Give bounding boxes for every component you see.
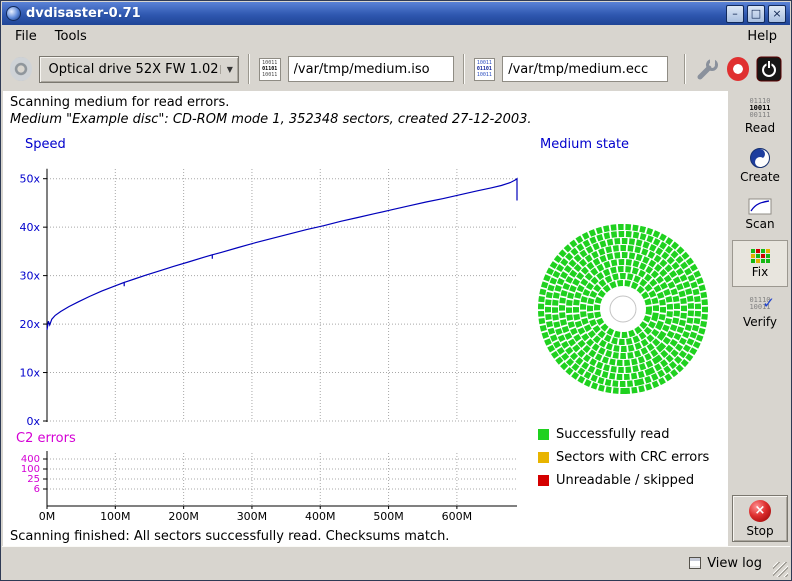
scan-button-label: Scan — [745, 217, 774, 231]
legend-label: Unreadable / skipped — [556, 473, 694, 488]
scan-button[interactable]: Scan — [732, 191, 788, 238]
fix-button-label: Fix — [752, 265, 768, 279]
svg-text:400M: 400M — [305, 510, 336, 523]
scan-result-text: Scanning finished: All sectors successfu… — [10, 529, 449, 544]
legend-item: Successfully read — [538, 427, 709, 442]
create-button-label: Create — [740, 170, 780, 184]
iso-path-input[interactable] — [288, 56, 454, 82]
iso-image-icon: 10011 01101 10011 — [259, 58, 281, 81]
medium-state-legend: Successfully read Sectors with CRC errors… — [538, 427, 709, 488]
toolbar: Optical drive 52X FW 1.02 ▼ 10011 01101 … — [2, 47, 790, 91]
legend-label: Sectors with CRC errors — [556, 450, 709, 465]
status-heading: Scanning medium for read errors. — [10, 95, 229, 110]
dvdisaster-logo-icon[interactable] — [727, 57, 749, 81]
svg-text:500M: 500M — [373, 510, 404, 523]
menu-tools[interactable]: Tools — [46, 27, 96, 46]
chevron-down-icon: ▼ — [220, 65, 233, 74]
view-log-button[interactable]: View log — [683, 552, 768, 574]
read-button-label: Read — [745, 121, 775, 135]
svg-text:40x: 40x — [19, 221, 40, 234]
app-window: dvdisaster-0.71 – □ × File Tools Help Op… — [0, 0, 792, 581]
svg-text:0M: 0M — [39, 510, 56, 523]
drive-selector[interactable]: Optical drive 52X FW 1.02 ▼ — [39, 56, 238, 83]
minimize-button[interactable]: – — [726, 5, 744, 23]
preferences-wrench-icon[interactable] — [695, 56, 719, 82]
main-panel: 0M 100M 200M 300M 400M 500M 600M 0x 10x 20x 30x 40x… — [3, 91, 728, 547]
stop-button[interactable]: × Stop — [732, 495, 788, 542]
read-button[interactable]: 01110 10011 00111 Read — [732, 93, 788, 140]
menu-file[interactable]: File — [6, 27, 46, 46]
svg-text:600M: 600M — [442, 510, 473, 523]
svg-text:100M: 100M — [100, 510, 131, 523]
legend-item: Unreadable / skipped — [538, 473, 709, 488]
quit-power-icon[interactable] — [756, 56, 782, 82]
window-title: dvdisaster-0.71 — [26, 6, 141, 21]
svg-text:50x: 50x — [19, 173, 40, 186]
medium-state-title: Medium state — [540, 137, 629, 152]
verify-icon: 01110 10011 ✓ — [747, 297, 773, 313]
toolbar-separator — [248, 54, 250, 84]
svg-text:0x: 0x — [26, 415, 40, 428]
legend-swatch — [538, 475, 549, 486]
svg-text:6: 6 — [34, 484, 40, 495]
optical-drive-icon — [10, 57, 32, 81]
fix-button[interactable]: Fix — [732, 240, 788, 287]
c2-errors-title: C2 errors — [16, 431, 76, 446]
legend-swatch — [538, 452, 549, 463]
ecc-icon-row: 10011 — [477, 72, 492, 78]
svg-text:200M: 200M — [168, 510, 199, 523]
close-button[interactable]: × — [768, 5, 786, 23]
svg-text:30x: 30x — [19, 270, 40, 283]
log-icon — [689, 557, 701, 569]
verify-button[interactable]: 01110 10011 ✓ Verify — [732, 289, 788, 336]
stop-icon: × — [749, 500, 771, 522]
view-log-label: View log — [707, 556, 762, 571]
stop-button-label: Stop — [746, 524, 773, 538]
speed-chart-title: Speed — [25, 137, 66, 152]
legend-item: Sectors with CRC errors — [538, 450, 709, 465]
ecc-file-icon: 10011 01101 10011 — [474, 58, 496, 81]
titlebar[interactable]: dvdisaster-0.71 – □ × — [2, 2, 790, 25]
menubar: File Tools Help — [2, 25, 790, 47]
menu-help[interactable]: Help — [738, 27, 786, 46]
svg-text:20x: 20x — [19, 318, 40, 331]
legend-label: Successfully read — [556, 427, 669, 442]
create-button[interactable]: Create — [732, 142, 788, 189]
action-sidebar: 01110 10011 00111 Read Create Scan Fix 0… — [728, 91, 792, 547]
toolbar-separator — [684, 54, 686, 84]
resize-grip[interactable] — [773, 562, 788, 577]
check-icon: ✓ — [762, 294, 775, 312]
ecc-path-input[interactable] — [502, 56, 668, 82]
maximize-button[interactable]: □ — [747, 5, 765, 23]
toolbar-separator — [463, 54, 465, 84]
medium-info: Medium "Example disc": CD-ROM mode 1, 35… — [10, 112, 532, 127]
svg-text:10x: 10x — [19, 367, 40, 380]
legend-swatch — [538, 429, 549, 440]
fix-icon — [751, 249, 770, 263]
iso-icon-row: 10011 — [262, 72, 277, 78]
statusbar: View log — [2, 546, 790, 579]
svg-text:300M: 300M — [237, 510, 268, 523]
scan-chart-icon — [748, 198, 772, 215]
verify-button-label: Verify — [743, 315, 777, 329]
read-icon: 01110 10011 00111 — [749, 98, 770, 119]
create-yinyang-icon — [750, 148, 770, 168]
app-icon — [6, 6, 21, 21]
drive-selector-value: Optical drive 52X FW 1.02 — [48, 62, 219, 77]
